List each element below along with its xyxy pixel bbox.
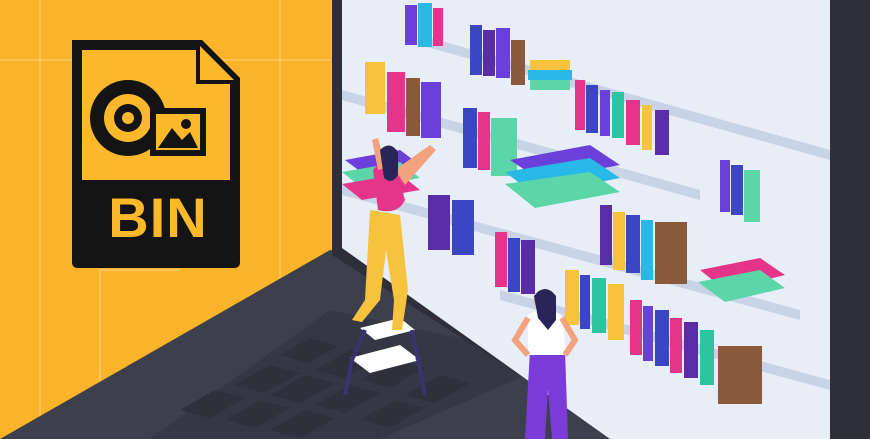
illustration-scene (0, 0, 870, 439)
image-icon (150, 108, 206, 156)
illustration: BIN (0, 0, 870, 439)
bin-file-icon (72, 40, 240, 268)
